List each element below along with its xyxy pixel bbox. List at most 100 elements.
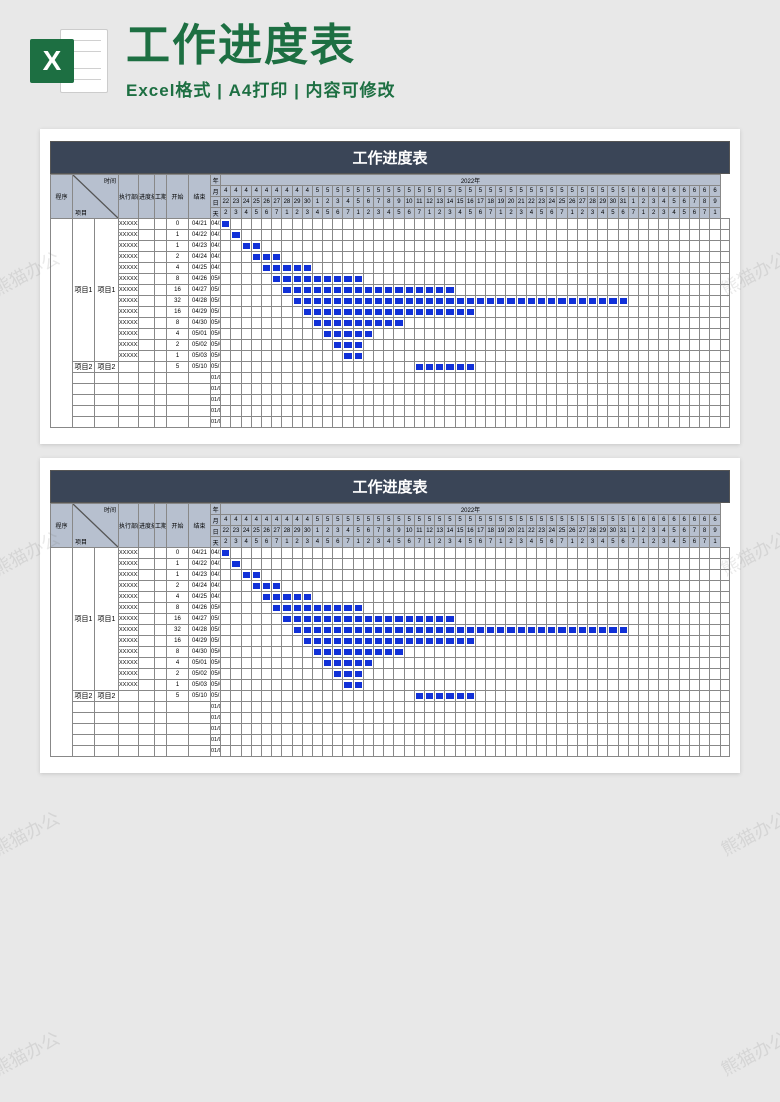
gantt-table: 程序时间项目执行部门/负责人进度描述工期开始结束年2022年月444444444…: [50, 174, 730, 428]
task-dur: 4: [167, 329, 189, 340]
task-row: XXXXXX804/3005/08: [51, 318, 730, 329]
hdr-dept: 执行部门/负责人: [119, 504, 139, 548]
task-row: XXXXXX405/0105/05: [51, 329, 730, 340]
task-start: 04/22: [189, 230, 211, 241]
task-dur: 2: [167, 669, 189, 680]
project-sub: 项目1: [95, 219, 119, 362]
task-name: XXXXXX: [119, 658, 139, 669]
empty-row: 01/00: [51, 735, 730, 746]
task-row: XXXXXX 204/2404/26: [51, 252, 730, 263]
task-row: XXXXXX1604/2905/15: [51, 636, 730, 647]
hdr-year: 2022年: [221, 175, 721, 186]
task-dur: 1: [167, 680, 189, 691]
hdr-dur: 工期: [155, 175, 167, 219]
task-dur: 1: [167, 570, 189, 581]
empty-row: 01/00: [51, 746, 730, 757]
task-dur: 0: [167, 548, 189, 559]
task-start: 05/10: [189, 362, 211, 373]
task-name: XXXXXX: [119, 636, 139, 647]
task-dur: 16: [167, 307, 189, 318]
hdr-end: 结束: [189, 175, 211, 219]
task-start: 04/26: [189, 274, 211, 285]
task-row: XXXXXX205/0205/04: [51, 669, 730, 680]
hdr-dept: 执行部门/负责人: [119, 175, 139, 219]
task-row: XXXXXX3204/2805/30: [51, 296, 730, 307]
task-dur: 8: [167, 274, 189, 285]
task-end: 04/29: [211, 263, 221, 274]
task-end: 05/30: [211, 296, 221, 307]
task-end: 05/15: [211, 307, 221, 318]
excel-x-letter: X: [30, 39, 74, 83]
task-row: XXXXXX104/2204/22: [51, 230, 730, 241]
task-name: XXXXXX: [119, 296, 139, 307]
empty-row: 01/00: [51, 406, 730, 417]
task-end: 04/24: [211, 241, 221, 252]
project-group: 项目2: [73, 691, 95, 702]
task-end: 04/26: [211, 252, 221, 263]
watermark: 熊猫办公: [0, 1025, 64, 1082]
task-dur: 2: [167, 581, 189, 592]
gantt-table: 程序时间项目执行部门/负责人进度描述工期开始结束年2022年月444444444…: [50, 503, 730, 757]
task-end: 05/04: [211, 274, 221, 285]
task-start: 04/30: [189, 647, 211, 658]
task-row: XXXXXX804/2605/04: [51, 603, 730, 614]
task-start: 04/21: [189, 548, 211, 559]
task-start: 04/29: [189, 636, 211, 647]
task-start: 04/27: [189, 614, 211, 625]
task-end: 04/22: [211, 230, 221, 241]
empty-row: 01/00: [51, 395, 730, 406]
hdr-program: 程序: [51, 504, 73, 548]
task-row: 项目2项目2505/1005/15: [51, 691, 730, 702]
empty-row: 01/00: [51, 724, 730, 735]
task-start: 04/22: [189, 559, 211, 570]
task-end: 05/08: [211, 647, 221, 658]
project-sub: 项目1: [95, 548, 119, 691]
task-name: XXXXXX: [119, 252, 139, 263]
task-end: 04/22: [211, 559, 221, 570]
task-name: XXXXXX: [119, 307, 139, 318]
task-name: XXXXXX: [119, 548, 139, 559]
task-name: XXXXXX: [119, 318, 139, 329]
task-name: XXXXXX: [119, 559, 139, 570]
task-dur: 1: [167, 230, 189, 241]
task-end: 05/04: [211, 351, 221, 362]
task-dur: 5: [167, 362, 189, 373]
hdr-desc: 进度描述: [139, 175, 155, 219]
task-row: XXXXXX404/2504/29: [51, 592, 730, 603]
task-name: XXXXXX: [119, 263, 139, 274]
task-row: XXXXXX105/0305/04: [51, 680, 730, 691]
task-end: 05/15: [211, 636, 221, 647]
task-name: XXXXXX: [119, 625, 139, 636]
task-start: 04/24: [189, 252, 211, 263]
task-row: XXXXXX105/0305/04: [51, 351, 730, 362]
task-row: XXXXXX1604/2705/13: [51, 614, 730, 625]
task-row: XXXXXX104/2304/24: [51, 241, 730, 252]
task-row: XXXXXX405/0105/05: [51, 658, 730, 669]
task-start: 04/26: [189, 603, 211, 614]
task-end: 05/04: [211, 603, 221, 614]
page-subtitle: Excel格式 | A4打印 | 内容可修改: [126, 76, 750, 101]
task-start: 04/29: [189, 307, 211, 318]
project-group: 项目1: [73, 219, 95, 362]
task-dur: 2: [167, 252, 189, 263]
task-name: XXXXXX: [119, 570, 139, 581]
task-start: 04/28: [189, 625, 211, 636]
task-name: XXXXXX: [119, 340, 139, 351]
task-row: 项目1项目1XXXXXX004/2104/21: [51, 219, 730, 230]
task-start: 04/24: [189, 581, 211, 592]
empty-row: 01/00: [51, 384, 730, 395]
hdr-year-label: 年: [211, 504, 221, 515]
task-end: 05/15: [211, 691, 221, 702]
task-name: XXXXXX: [119, 274, 139, 285]
task-name: XXXXXX: [119, 603, 139, 614]
task-start: 05/01: [189, 658, 211, 669]
task-row: XXXXXX3204/2805/30: [51, 625, 730, 636]
task-end: 05/13: [211, 285, 221, 296]
task-name: XXXXXX: [119, 669, 139, 680]
page-title: 工作进度表: [126, 22, 750, 70]
task-dur: 4: [167, 658, 189, 669]
hdr-end: 结束: [189, 504, 211, 548]
task-dur: 4: [167, 263, 189, 274]
task-end: 04/21: [211, 219, 221, 230]
page-header: X 工作进度表 Excel格式 | A4打印 | 内容可修改: [0, 0, 780, 115]
